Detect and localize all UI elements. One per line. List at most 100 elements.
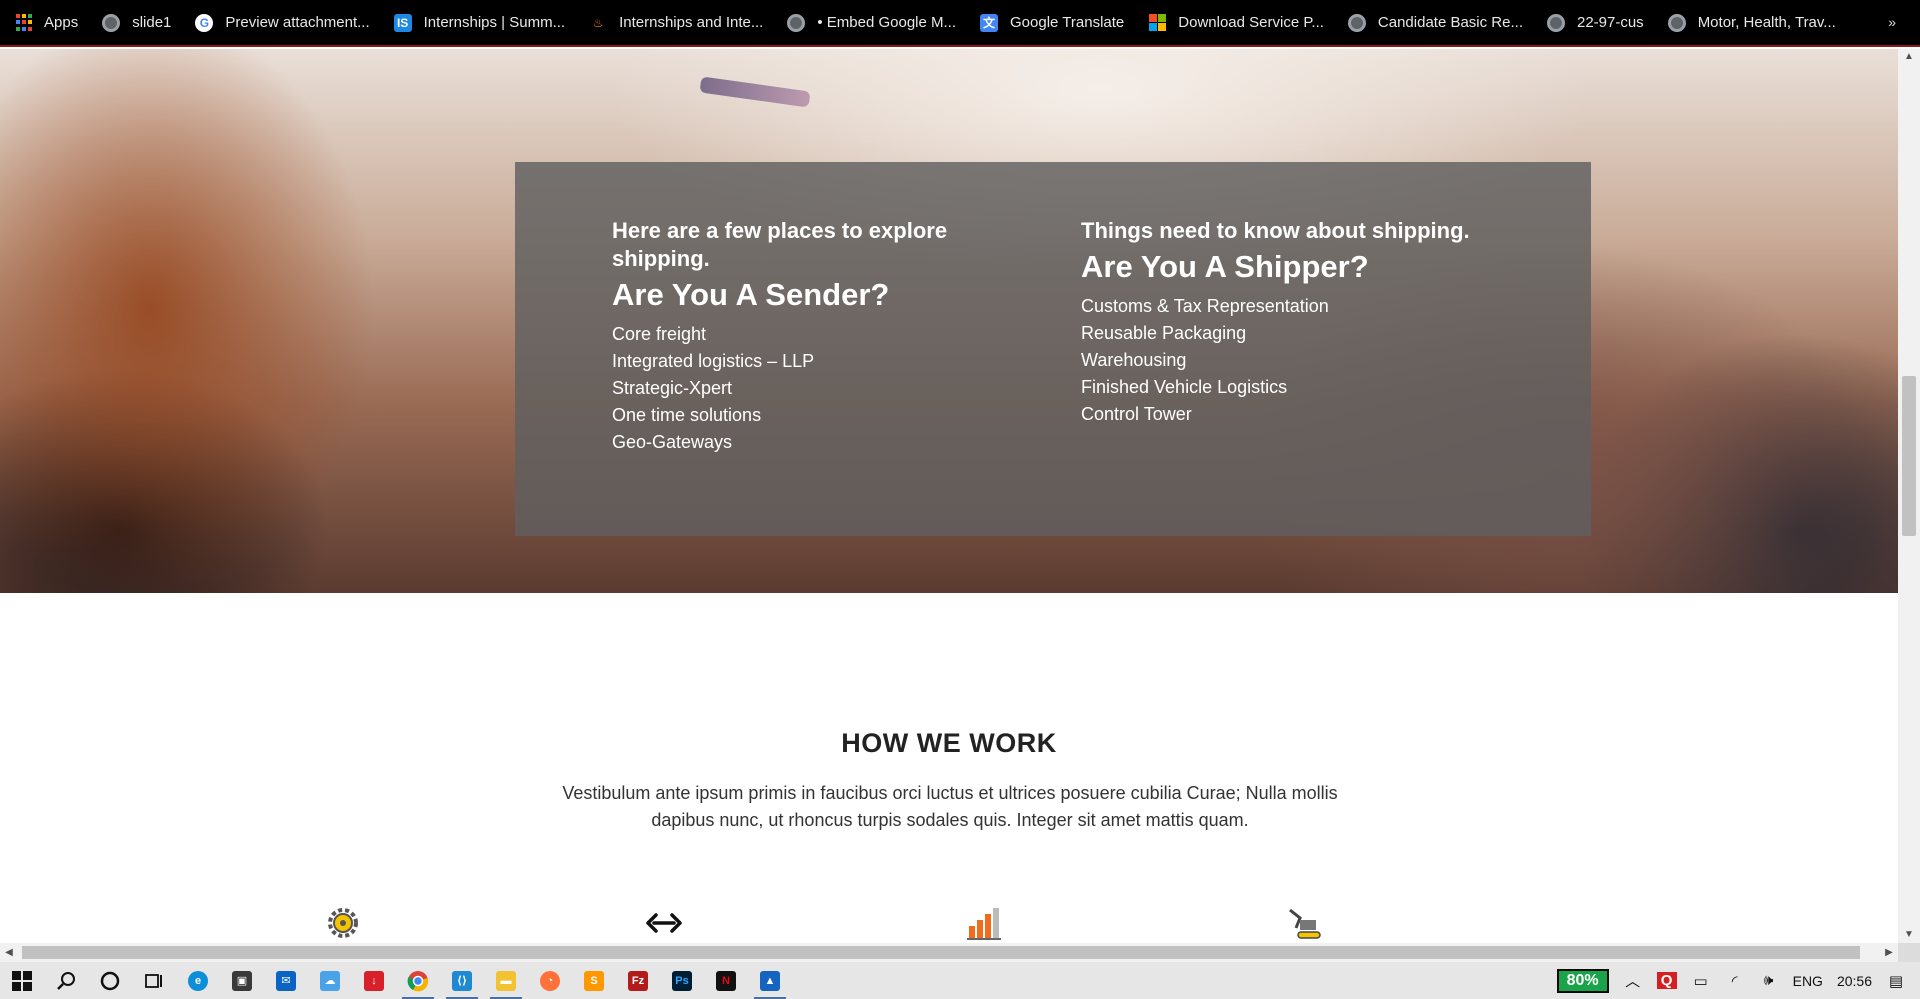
bar-chart-icon [964,905,1004,941]
bookmark-label: slide1 [132,14,172,31]
bookmarks-more-button[interactable]: » [1888,14,1896,30]
is-icon: IS [393,13,412,32]
globe-icon [1667,13,1686,32]
apps-grid-icon [16,13,32,32]
globe-icon [1546,13,1565,32]
bookmark-internships-summ[interactable]: IS Internships | Summ... [393,13,566,32]
excavator-icon [1285,905,1325,941]
airplane-image [699,76,811,108]
mail-icon[interactable]: ✉ [264,962,308,999]
vscode-icon[interactable]: ⟨⟩ [440,962,484,999]
microsoft-icon [1148,13,1166,32]
horizontal-scrollbar[interactable]: ◀ ▶ [0,943,1898,962]
horizontal-scrollbar-thumb[interactable] [22,946,1860,959]
bookmark-label: 22-97-cus [1576,14,1644,31]
weather-icon[interactable]: ☁ [308,962,352,999]
bookmark-internships-inte[interactable]: ♨ Internships and Inte... [589,14,764,32]
sender-link-core-freight[interactable]: Core freight [612,321,992,348]
store-icon[interactable]: ▣ [220,962,264,999]
globe-icon [1347,13,1366,32]
bookmark-label: Internships and Inte... [619,14,764,31]
notifications-icon[interactable]: ▤ [1886,972,1906,990]
flame-icon: ♨ [592,15,604,30]
photos-icon[interactable]: ▲ [748,962,792,999]
bookmark-preview-attachment[interactable]: G Preview attachment... [195,13,370,32]
scroll-right-arrow-icon[interactable]: ▶ [1880,943,1898,962]
scroll-down-arrow-icon[interactable]: ▼ [1898,927,1920,943]
bookmark-slide1[interactable]: slide1 [102,13,172,32]
bookmark-label: • Embed Google M... [817,14,957,31]
file-explorer-icon[interactable]: ▬ [484,962,528,999]
how-we-work-title: HOW WE WORK [841,728,1057,758]
vertical-scrollbar[interactable]: ▲ ▼ [1898,49,1920,943]
scrollbar-corner [1898,943,1920,962]
bookmark-apps[interactable]: Apps [16,13,79,32]
sender-link-integrated-logistics[interactable]: Integrated logistics – LLP [612,348,992,375]
shipper-link-control-tower[interactable]: Control Tower [1081,401,1501,428]
shipper-link-finished-vehicle[interactable]: Finished Vehicle Logistics [1081,374,1501,401]
sender-subtitle: Here are a few places to explore shippin… [612,218,948,271]
edge-icon[interactable]: e [176,962,220,999]
sender-column: Here are a few places to explore shippin… [612,217,992,456]
bookmark-label: Motor, Health, Trav... [1697,14,1836,31]
netflix-icon[interactable]: N [704,962,748,999]
sender-title: Are You A Sender? [612,277,890,312]
globe-icon [787,13,806,32]
battery-indicator[interactable]: 80% [1556,968,1609,993]
sender-link-one-time-solutions[interactable]: One time solutions [612,402,992,429]
system-tray: 80% ︿ Q ▭ ◜ 🕪 ENG 20:56 ▤ [1556,962,1920,999]
hero-overlay-box: Here are a few places to explore shippin… [515,162,1591,536]
link-arrows-icon [644,905,684,941]
search-icon[interactable] [44,962,88,999]
wifi-icon[interactable]: ◜ [1725,972,1745,990]
cortana-icon[interactable] [88,962,132,999]
bookmark-label: Apps [44,14,79,31]
bookmark-22-97-cus[interactable]: 22-97-cus [1546,13,1644,32]
sender-link-geo-gateways[interactable]: Geo-Gateways [612,429,992,456]
sender-list: Core freight Integrated logistics – LLP … [612,321,992,456]
shipper-link-warehousing[interactable]: Warehousing [1081,347,1501,374]
language-indicator[interactable]: ENG [1793,973,1823,989]
bookmark-label: Candidate Basic Re... [1377,14,1523,31]
shipper-subtitle: Things need to know about shipping. [1081,218,1470,243]
photoshop-icon[interactable]: Ps [660,962,704,999]
bookmark-label: Internships | Summ... [423,14,566,31]
bookmark-google-translate[interactable]: 文 Google Translate [980,13,1125,32]
scroll-left-arrow-icon[interactable]: ◀ [0,943,18,962]
bookmarks-bar: Apps slide1 G Preview attachment... IS I… [0,0,1920,47]
start-button[interactable] [0,962,44,999]
shipper-link-reusable-packaging[interactable]: Reusable Packaging [1081,320,1501,347]
translate-icon: 文 [980,13,999,32]
firefox-icon[interactable]: ◔ [528,962,572,999]
download-manager-icon[interactable]: ↓ [352,962,396,999]
bookmark-download-service[interactable]: Download Service P... [1148,13,1324,32]
vertical-scrollbar-thumb[interactable] [1902,376,1916,536]
show-hidden-icons-chevron-icon[interactable]: ︿ [1623,970,1643,991]
sender-link-strategic-xpert[interactable]: Strategic-Xpert [612,375,992,402]
how-we-work-description: Vestibulum ante ipsum primis in faucibus… [562,783,1338,830]
bookmark-embed-google[interactable]: • Embed Google M... [787,13,957,32]
volume-icon[interactable]: 🕪 [1759,972,1779,989]
clock[interactable]: 20:56 [1837,973,1872,989]
shipper-list: Customs & Tax Representation Reusable Pa… [1081,293,1501,428]
sublime-icon[interactable]: S [572,962,616,999]
shipper-link-customs-tax[interactable]: Customs & Tax Representation [1081,293,1501,320]
shipper-title: Are You A Shipper? [1081,249,1369,284]
bookmark-candidate-basic[interactable]: Candidate Basic Re... [1347,13,1523,32]
taskbar: e ▣ ✉ ☁ ↓ ⟨⟩ ▬ ◔ S Fz Ps N ▲ 80% ︿ Q ▭ ◜… [0,962,1920,999]
globe-icon [102,13,121,32]
gear-icon [323,905,363,941]
bookmark-label: Google Translate [1010,14,1125,31]
google-icon: G [195,13,214,32]
bookmark-label: Preview attachment... [225,14,370,31]
bookmark-motor-health[interactable]: Motor, Health, Trav... [1667,13,1836,32]
quick-heal-icon[interactable]: Q [1656,972,1677,989]
battery-icon[interactable]: ▭ [1691,972,1711,990]
scroll-up-arrow-icon[interactable]: ▲ [1898,49,1920,65]
chrome-icon[interactable] [396,962,440,999]
shipper-column: Things need to know about shipping. Are … [1081,217,1501,428]
task-view-icon[interactable] [132,962,176,999]
bookmark-label: Download Service P... [1178,14,1324,31]
filezilla-icon[interactable]: Fz [616,962,660,999]
hero-banner: Here are a few places to explore shippin… [0,49,1898,593]
